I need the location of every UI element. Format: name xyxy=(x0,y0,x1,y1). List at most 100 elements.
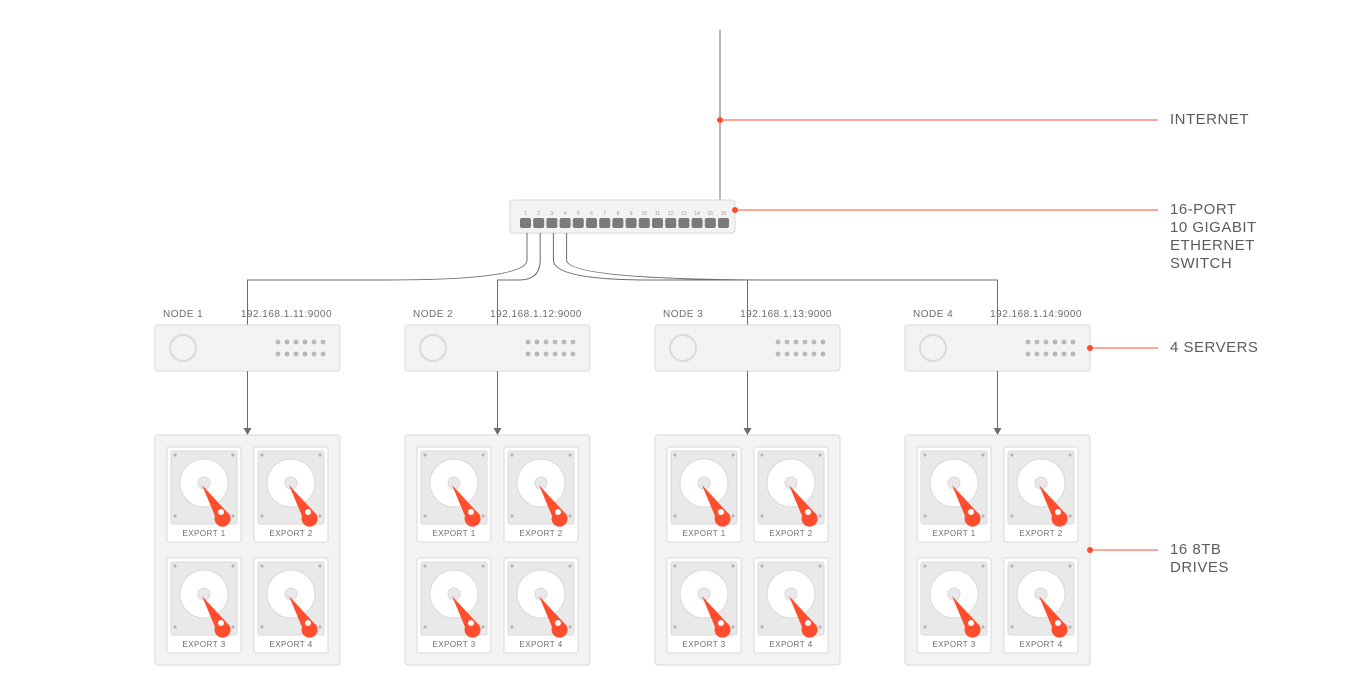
drive-label: EXPORT 2 xyxy=(519,529,562,538)
annotation-label: 16 8TB xyxy=(1170,541,1221,558)
drive-label: EXPORT 3 xyxy=(432,640,475,649)
arrowhead-icon xyxy=(494,428,502,435)
vent-dot xyxy=(321,340,326,345)
vent-dot xyxy=(312,352,317,357)
vent-dot xyxy=(535,352,540,357)
vent-dot xyxy=(562,340,567,345)
annotation-label: 10 GIGABIT xyxy=(1170,219,1257,236)
vent-dot xyxy=(571,352,576,357)
switch-port xyxy=(520,218,531,228)
hard-drive: EXPORT 2 xyxy=(1004,447,1078,542)
annotation-label: DRIVES xyxy=(1170,559,1229,576)
switch-port xyxy=(705,218,716,228)
drive-enclosure: EXPORT 1 EXPORT 2 EXPORT 3 EXPORT 4 xyxy=(155,435,340,665)
ethernet-switch: 12345678910111213141516 xyxy=(510,200,735,233)
arrowhead-icon xyxy=(244,428,252,435)
vent-dot xyxy=(276,352,281,357)
arrowhead-icon xyxy=(994,428,1002,435)
vent-dot xyxy=(553,340,558,345)
hard-drive: EXPORT 1 xyxy=(917,447,991,542)
server-node: NODE 1192.168.1.11:9000 xyxy=(155,309,340,371)
svg-text:14: 14 xyxy=(694,211,700,217)
switch-port xyxy=(718,218,729,228)
hard-drive: EXPORT 4 xyxy=(754,558,828,653)
hard-drive: EXPORT 3 xyxy=(667,558,741,653)
hard-drive: EXPORT 1 xyxy=(667,447,741,542)
server-node: NODE 3192.168.1.13:9000 xyxy=(655,309,840,371)
drive-enclosure: EXPORT 1 EXPORT 2 EXPORT 3 EXPORT 4 xyxy=(905,435,1090,665)
hard-drive: EXPORT 4 xyxy=(1004,558,1078,653)
vent-dot xyxy=(776,352,781,357)
vent-dot xyxy=(276,340,281,345)
vent-dot xyxy=(294,352,299,357)
vent-dot xyxy=(544,340,549,345)
svg-text:4: 4 xyxy=(564,211,567,217)
vent-dot xyxy=(562,352,567,357)
vent-dot xyxy=(785,352,790,357)
switch-port xyxy=(678,218,689,228)
drive-label: EXPORT 3 xyxy=(682,640,725,649)
hard-drive: EXPORT 4 xyxy=(254,558,328,653)
annotation-label: SWITCH xyxy=(1170,255,1232,272)
vent-dot xyxy=(1053,352,1058,357)
hard-drive: EXPORT 2 xyxy=(254,447,328,542)
svg-text:13: 13 xyxy=(681,211,687,217)
vent-dot xyxy=(1044,340,1049,345)
vent-dot xyxy=(303,352,308,357)
drive-label: EXPORT 2 xyxy=(1019,529,1062,538)
vent-dot xyxy=(526,340,531,345)
annotation-label: 16-PORT xyxy=(1170,201,1237,218)
vent-dot xyxy=(285,340,290,345)
node-address: 192.168.1.13:9000 xyxy=(740,309,832,320)
drive-label: EXPORT 1 xyxy=(932,529,975,538)
svg-text:15: 15 xyxy=(708,211,714,217)
switch-port xyxy=(586,218,597,228)
switch-port xyxy=(560,218,571,228)
drive-label: EXPORT 3 xyxy=(182,640,225,649)
svg-text:5: 5 xyxy=(577,211,580,217)
hard-drive: EXPORT 3 xyxy=(917,558,991,653)
switch-port xyxy=(639,218,650,228)
vent-dot xyxy=(1026,340,1031,345)
vent-dot xyxy=(285,352,290,357)
drive-label: EXPORT 1 xyxy=(182,529,225,538)
vent-dot xyxy=(1062,352,1067,357)
hard-drive: EXPORT 2 xyxy=(754,447,828,542)
drive-label: EXPORT 4 xyxy=(1019,640,1062,649)
switch-port xyxy=(612,218,623,228)
vent-dot xyxy=(776,340,781,345)
vent-dot xyxy=(303,340,308,345)
vent-dot xyxy=(794,340,799,345)
vent-dot xyxy=(553,352,558,357)
switch-port xyxy=(692,218,703,228)
drive-label: EXPORT 3 xyxy=(932,640,975,649)
hard-drive: EXPORT 4 xyxy=(504,558,578,653)
node-name: NODE 2 xyxy=(413,309,453,320)
node-name: NODE 1 xyxy=(163,309,203,320)
annotation-label: ETHERNET xyxy=(1170,237,1255,254)
svg-text:1: 1 xyxy=(524,211,527,217)
server-node: NODE 4192.168.1.14:9000 xyxy=(905,309,1090,371)
svg-text:7: 7 xyxy=(603,211,606,217)
svg-text:12: 12 xyxy=(668,211,674,217)
drive-enclosure: EXPORT 1EXPORT 2EXPORT 3EXPORT 4 xyxy=(405,435,590,665)
svg-text:3: 3 xyxy=(551,211,554,217)
drive-label: EXPORT 2 xyxy=(769,529,812,538)
drive-label: EXPORT 2 xyxy=(269,529,312,538)
vent-dot xyxy=(803,352,808,357)
drive-label: EXPORT 4 xyxy=(269,640,312,649)
vent-dot xyxy=(1044,352,1049,357)
vent-dot xyxy=(1035,340,1040,345)
svg-text:8: 8 xyxy=(617,211,620,217)
hard-drive: EXPORT 1 xyxy=(167,447,241,542)
svg-text:16: 16 xyxy=(721,211,727,217)
annotation-label: 4 SERVERS xyxy=(1170,339,1258,356)
svg-text:6: 6 xyxy=(590,211,593,217)
vent-dot xyxy=(821,340,826,345)
hard-drive: EXPORT 3 xyxy=(167,558,241,653)
hard-drive: EXPORT 2 xyxy=(504,447,578,542)
vent-dot xyxy=(526,352,531,357)
svg-text:2: 2 xyxy=(537,211,540,217)
vent-dot xyxy=(544,352,549,357)
node-address: 192.168.1.14:9000 xyxy=(990,309,1082,320)
